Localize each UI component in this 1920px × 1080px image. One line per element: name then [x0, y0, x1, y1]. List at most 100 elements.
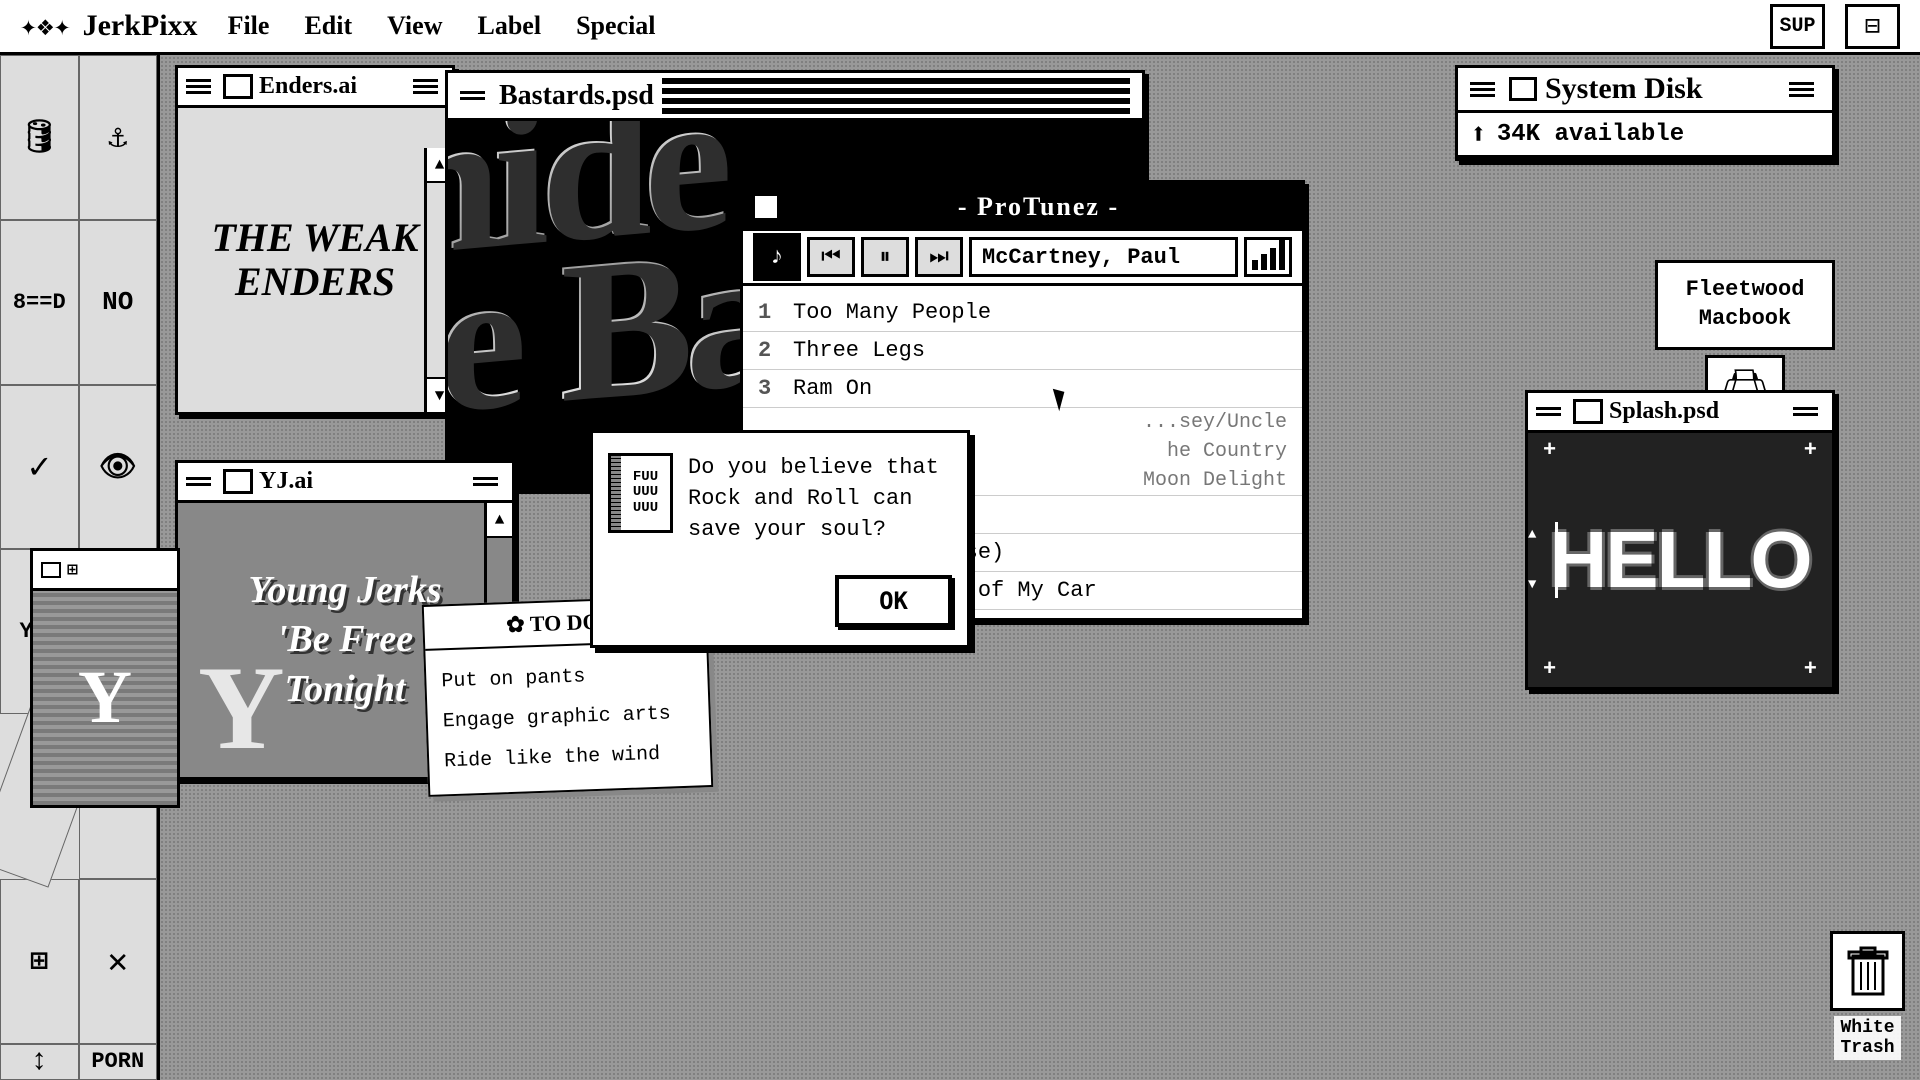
- bastards-title-lines: [460, 91, 485, 100]
- protunez-title: - ProTunez -: [787, 192, 1290, 222]
- sp-line-2: [1536, 413, 1561, 416]
- splash-content: + + + + ▲ ▼ HELLO: [1528, 433, 1832, 687]
- small-window-title[interactable]: ⊞: [33, 551, 177, 591]
- splash-title-lines-r: [1793, 407, 1818, 416]
- tool-updown[interactable]: ↕: [0, 1044, 79, 1080]
- tool-anchor[interactable]: ⚓: [79, 55, 158, 220]
- tool-8d[interactable]: 8==D: [0, 220, 79, 385]
- enders-title-lines: [186, 79, 211, 94]
- track-name-1: Too Many People: [793, 300, 1287, 325]
- track-row-1[interactable]: 1 Too Many People: [743, 294, 1302, 332]
- system-disk-available: 34K available: [1497, 121, 1684, 148]
- menu-icon-monitor[interactable]: ⊟: [1845, 4, 1900, 49]
- menu-edit[interactable]: Edit: [304, 11, 352, 41]
- menu-file[interactable]: File: [228, 11, 270, 41]
- scroll-up-left: ▲: [1528, 527, 1555, 543]
- track-name-2: Three Legs: [793, 338, 1287, 363]
- sw-close[interactable]: [41, 562, 61, 578]
- enders-close-box[interactable]: [223, 74, 253, 99]
- track-name-3: Ram On: [793, 376, 1287, 401]
- bastards-titlebar[interactable]: Bastards.psd: [448, 73, 1142, 121]
- apple-menu[interactable]: ✦❖✦: [20, 9, 71, 44]
- ctrl-pause[interactable]: ⏸: [861, 237, 909, 277]
- yj-scroll-up[interactable]: ▲: [487, 503, 512, 538]
- fleetwood-icon[interactable]: Fleetwood Macbook: [1655, 260, 1835, 350]
- bar-3: [1270, 248, 1276, 270]
- sd-line-r1: [1789, 82, 1814, 85]
- ctrl-forward[interactable]: ⏭: [915, 237, 963, 277]
- trash-image: [1830, 931, 1905, 1011]
- tool-check[interactable]: ✓: [0, 385, 79, 550]
- dialog-ok-button[interactable]: OK: [835, 575, 952, 627]
- app-name: JerkPixx: [83, 9, 198, 43]
- tool-x[interactable]: ✕: [79, 879, 158, 1044]
- sp-line-1: [1536, 407, 1561, 410]
- small-window-left: ⊞ Y: [30, 548, 180, 808]
- enders-titlebar[interactable]: Enders.ai: [178, 68, 452, 108]
- artist-name: McCartney, Paul: [982, 245, 1180, 270]
- sd-title-lines: [1470, 82, 1495, 97]
- splash-titlebar[interactable]: Splash.psd: [1528, 393, 1832, 433]
- sd-close-box[interactable]: [1509, 77, 1537, 101]
- ctrl-volume-bars[interactable]: [1244, 237, 1292, 277]
- title-line-3: [186, 91, 211, 94]
- b-line-1: [460, 91, 485, 94]
- menu-label[interactable]: Label: [477, 11, 541, 41]
- dialog-text: Do you believe that Rock and Roll can sa…: [688, 453, 952, 545]
- menu-icon-sup[interactable]: SUP: [1770, 4, 1825, 49]
- title-line-r1: [413, 79, 438, 82]
- todo-item-3: Ride like the wind: [444, 734, 696, 783]
- yj-title: YJ.ai: [259, 468, 313, 495]
- system-disk-titlebar[interactable]: System Disk: [1458, 68, 1832, 113]
- sd-line-r2: [1789, 88, 1814, 91]
- sp-r-2: [1793, 413, 1818, 416]
- title-line-r3: [413, 91, 438, 94]
- splash-close-box[interactable]: [1573, 399, 1603, 424]
- protunez-titlebar[interactable]: - ProTunez -: [743, 183, 1302, 231]
- bar-1: [1252, 260, 1258, 270]
- bar-4: [1279, 240, 1285, 270]
- s-line-3: [662, 98, 1130, 104]
- sd-line-r3: [1789, 94, 1814, 97]
- bastards-title: Bastards.psd: [499, 80, 654, 112]
- yj-titlebar[interactable]: YJ.ai: [178, 463, 512, 503]
- tool-drum[interactable]: 🛢: [0, 55, 79, 220]
- sd-line-3: [1470, 94, 1495, 97]
- enders-window: Enders.ai THE WEAK ENDERS ▲ ▼: [175, 65, 455, 415]
- sw-title-label: ⊞: [67, 559, 78, 581]
- dialog-icon-left: [611, 456, 621, 530]
- track-num-2: 2: [758, 338, 793, 363]
- sd-title-lines-r: [1789, 82, 1814, 97]
- protunez-controls: ♪ ⏮ ⏸ ⏭ McCartney, Paul: [743, 231, 1302, 286]
- track-num-3: 3: [758, 376, 793, 401]
- menu-bar: ✦❖✦ JerkPixx File Edit View Label Specia…: [0, 0, 1920, 55]
- title-line-r2: [413, 85, 438, 88]
- s-line-4: [662, 108, 1130, 114]
- yj-title-lines-r: [473, 477, 498, 486]
- small-window-content: Y: [33, 591, 177, 805]
- splash-scroll-left[interactable]: ▲ ▼: [1528, 522, 1558, 598]
- sd-line-2: [1470, 88, 1495, 91]
- s-line-2: [662, 88, 1130, 94]
- tool-eye[interactable]: 👁: [79, 385, 158, 550]
- tool-grid[interactable]: ⊞: [0, 879, 79, 1044]
- tool-porn[interactable]: PORN: [79, 1044, 158, 1080]
- title-line-1: [186, 79, 211, 82]
- ctrl-rewind[interactable]: ⏮: [807, 237, 855, 277]
- menu-special[interactable]: Special: [576, 11, 655, 41]
- menu-right: SUP ⊟: [1770, 4, 1900, 49]
- splash-plus-br: +: [1804, 657, 1817, 682]
- s-line-1: [662, 78, 1130, 84]
- track-row-3[interactable]: 3 Ram On: [743, 370, 1302, 408]
- track-num-1: 1: [758, 300, 793, 325]
- white-trash-icon[interactable]: WhiteTrash: [1830, 931, 1905, 1060]
- track-row-2[interactable]: 2 Three Legs: [743, 332, 1302, 370]
- enders-content: THE WEAK ENDERS ▲ ▼: [178, 108, 452, 412]
- fleetwood-label: Fleetwood Macbook: [1658, 276, 1832, 333]
- splash-title: Splash.psd: [1609, 398, 1719, 425]
- splash-plus-tr: +: [1804, 438, 1817, 463]
- yj-close-box[interactable]: [223, 469, 253, 494]
- menu-view[interactable]: View: [387, 11, 442, 41]
- system-disk-window: System Disk ⬆ 34K available: [1455, 65, 1835, 161]
- tool-no[interactable]: NO: [79, 220, 158, 385]
